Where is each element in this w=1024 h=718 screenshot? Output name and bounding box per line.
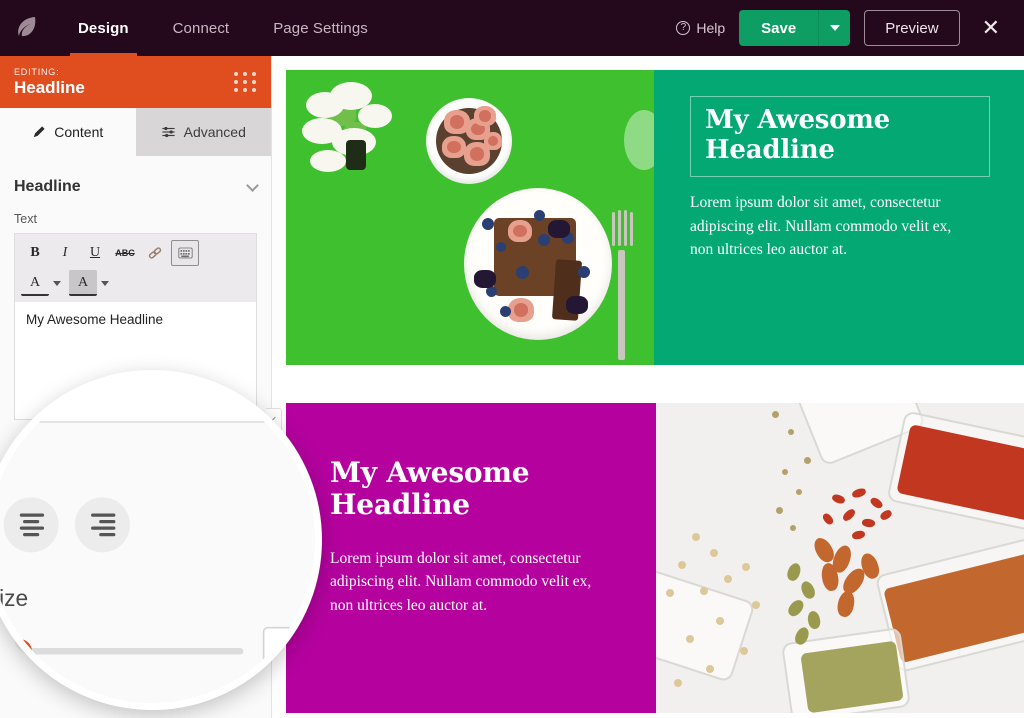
- headline-selection-box[interactable]: My Awesome Headline: [690, 96, 990, 178]
- magnifier-textarea-bottom: [0, 377, 315, 423]
- grip-dots-icon[interactable]: [234, 72, 257, 92]
- tab-advanced-label: Advanced: [183, 124, 246, 140]
- section-header-headline[interactable]: Headline: [14, 156, 259, 212]
- bold-button[interactable]: B: [21, 240, 49, 266]
- page-builder-app: Design Connect Page Settings ? Help Save: [0, 0, 1024, 718]
- text-color-button[interactable]: A: [21, 270, 49, 296]
- content-block-row-2: My Awesome Headline Lorem ipsum dolor si…: [286, 403, 1024, 713]
- block-image-green-flatlay[interactable]: [286, 70, 654, 365]
- green-text-inner: My Awesome Headline Lorem ipsum dolor si…: [654, 70, 1024, 262]
- strikethrough-button[interactable]: ABC: [111, 240, 139, 266]
- tab-content-label: Content: [54, 124, 104, 140]
- magnified-font-size-slider[interactable]: [0, 639, 244, 664]
- preview-button[interactable]: Preview: [864, 10, 960, 46]
- preview-label: Preview: [885, 19, 939, 37]
- panel-tabs: Content Advanced: [0, 108, 271, 156]
- rich-text-toolbar-row-2: A A: [21, 268, 250, 298]
- app-logo[interactable]: [0, 13, 56, 43]
- save-button[interactable]: Save: [739, 10, 819, 46]
- block-text-green[interactable]: My Awesome Headline Lorem ipsum dolor si…: [654, 70, 1024, 365]
- link-icon[interactable]: [141, 240, 169, 266]
- body-text-green: Lorem ipsum dolor sit amet, consectetur …: [690, 194, 952, 259]
- food-photo-nuts-seeds: [656, 403, 1024, 713]
- highlight-color-button[interactable]: A: [69, 270, 97, 296]
- magnifier-lens: Align: [0, 370, 322, 710]
- tab-advanced[interactable]: Advanced: [135, 108, 271, 156]
- block-text-magenta[interactable]: My Awesome Headline Lorem ipsum dolor si…: [286, 403, 656, 713]
- help-button[interactable]: ? Help: [676, 20, 725, 36]
- keyboard-icon[interactable]: [171, 240, 199, 266]
- underline-button[interactable]: U: [81, 240, 109, 266]
- editing-label: EDITING:: [14, 66, 60, 77]
- nav-tab-design-label: Design: [78, 19, 129, 37]
- magnified-align-group: [0, 497, 315, 553]
- magnifier-controls: Align: [0, 455, 315, 703]
- nav-tab-page-settings[interactable]: Page Settings: [251, 0, 390, 56]
- nav-tab-connect-label: Connect: [172, 19, 230, 37]
- food-photo-green-background: [286, 70, 654, 365]
- page-canvas: My Awesome Headline Lorem ipsum dolor si…: [272, 56, 1024, 718]
- magnified-align-label: Align: [0, 455, 315, 481]
- save-dropdown-button[interactable]: [818, 10, 851, 46]
- nav-tab-design[interactable]: Design: [56, 0, 151, 56]
- highlight-color-dropdown-icon[interactable]: [101, 280, 109, 286]
- section-title: Headline: [14, 178, 81, 195]
- close-x-icon[interactable]: ✕: [974, 13, 1008, 43]
- magnifier-content: Align: [0, 377, 315, 703]
- top-bar-actions: ? Help Save Preview ✕: [676, 10, 1024, 46]
- content-block-row-1: My Awesome Headline Lorem ipsum dolor si…: [286, 70, 1024, 365]
- chevron-down-icon: [246, 178, 259, 192]
- editing-title: Headline: [14, 77, 85, 97]
- main-nav: Design Connect Page Settings: [56, 0, 390, 56]
- editing-banner-text: EDITING: Headline: [14, 67, 85, 98]
- magnified-font-size-value[interactable]: 28: [262, 626, 315, 676]
- help-label: Help: [696, 20, 726, 36]
- magnified-font-size-control: 28: [0, 626, 315, 676]
- body-text-magenta: Lorem ipsum dolor sit amet, consectetur …: [330, 549, 592, 614]
- save-label: Save: [761, 19, 797, 37]
- save-button-group: Save: [739, 10, 851, 46]
- rich-text-toolbar-row-1: B I U ABC: [21, 238, 250, 268]
- question-circle-icon: ?: [676, 21, 691, 35]
- magnified-slider-thumb[interactable]: [7, 639, 32, 664]
- text-field-label: Text: [14, 212, 37, 226]
- italic-button[interactable]: I: [51, 240, 79, 266]
- headline-text-magenta: My Awesome Headline: [330, 456, 530, 521]
- rich-text-toolbar: B I U ABC A A: [14, 233, 257, 302]
- nav-tab-connect[interactable]: Connect: [151, 0, 252, 56]
- editing-banner: EDITING: Headline: [0, 56, 271, 108]
- pencil-icon: [32, 125, 46, 139]
- magnified-align-right-button[interactable]: [74, 497, 130, 553]
- magenta-text-inner: My Awesome Headline Lorem ipsum dolor si…: [286, 403, 656, 617]
- nav-tab-page-settings-label: Page Settings: [273, 19, 368, 37]
- block-image-nuts-jars[interactable]: [656, 403, 1024, 713]
- magnified-align-center-button[interactable]: [3, 497, 59, 553]
- headline-text-green: My Awesome Headline: [705, 105, 891, 165]
- magnified-font-size-label: Font Size: [0, 584, 29, 611]
- chevron-down-icon: [829, 25, 840, 31]
- top-bar: Design Connect Page Settings ? Help Save: [0, 0, 1024, 56]
- sliders-icon: [161, 125, 176, 139]
- text-color-dropdown-icon[interactable]: [53, 280, 61, 286]
- tab-content[interactable]: Content: [0, 108, 136, 156]
